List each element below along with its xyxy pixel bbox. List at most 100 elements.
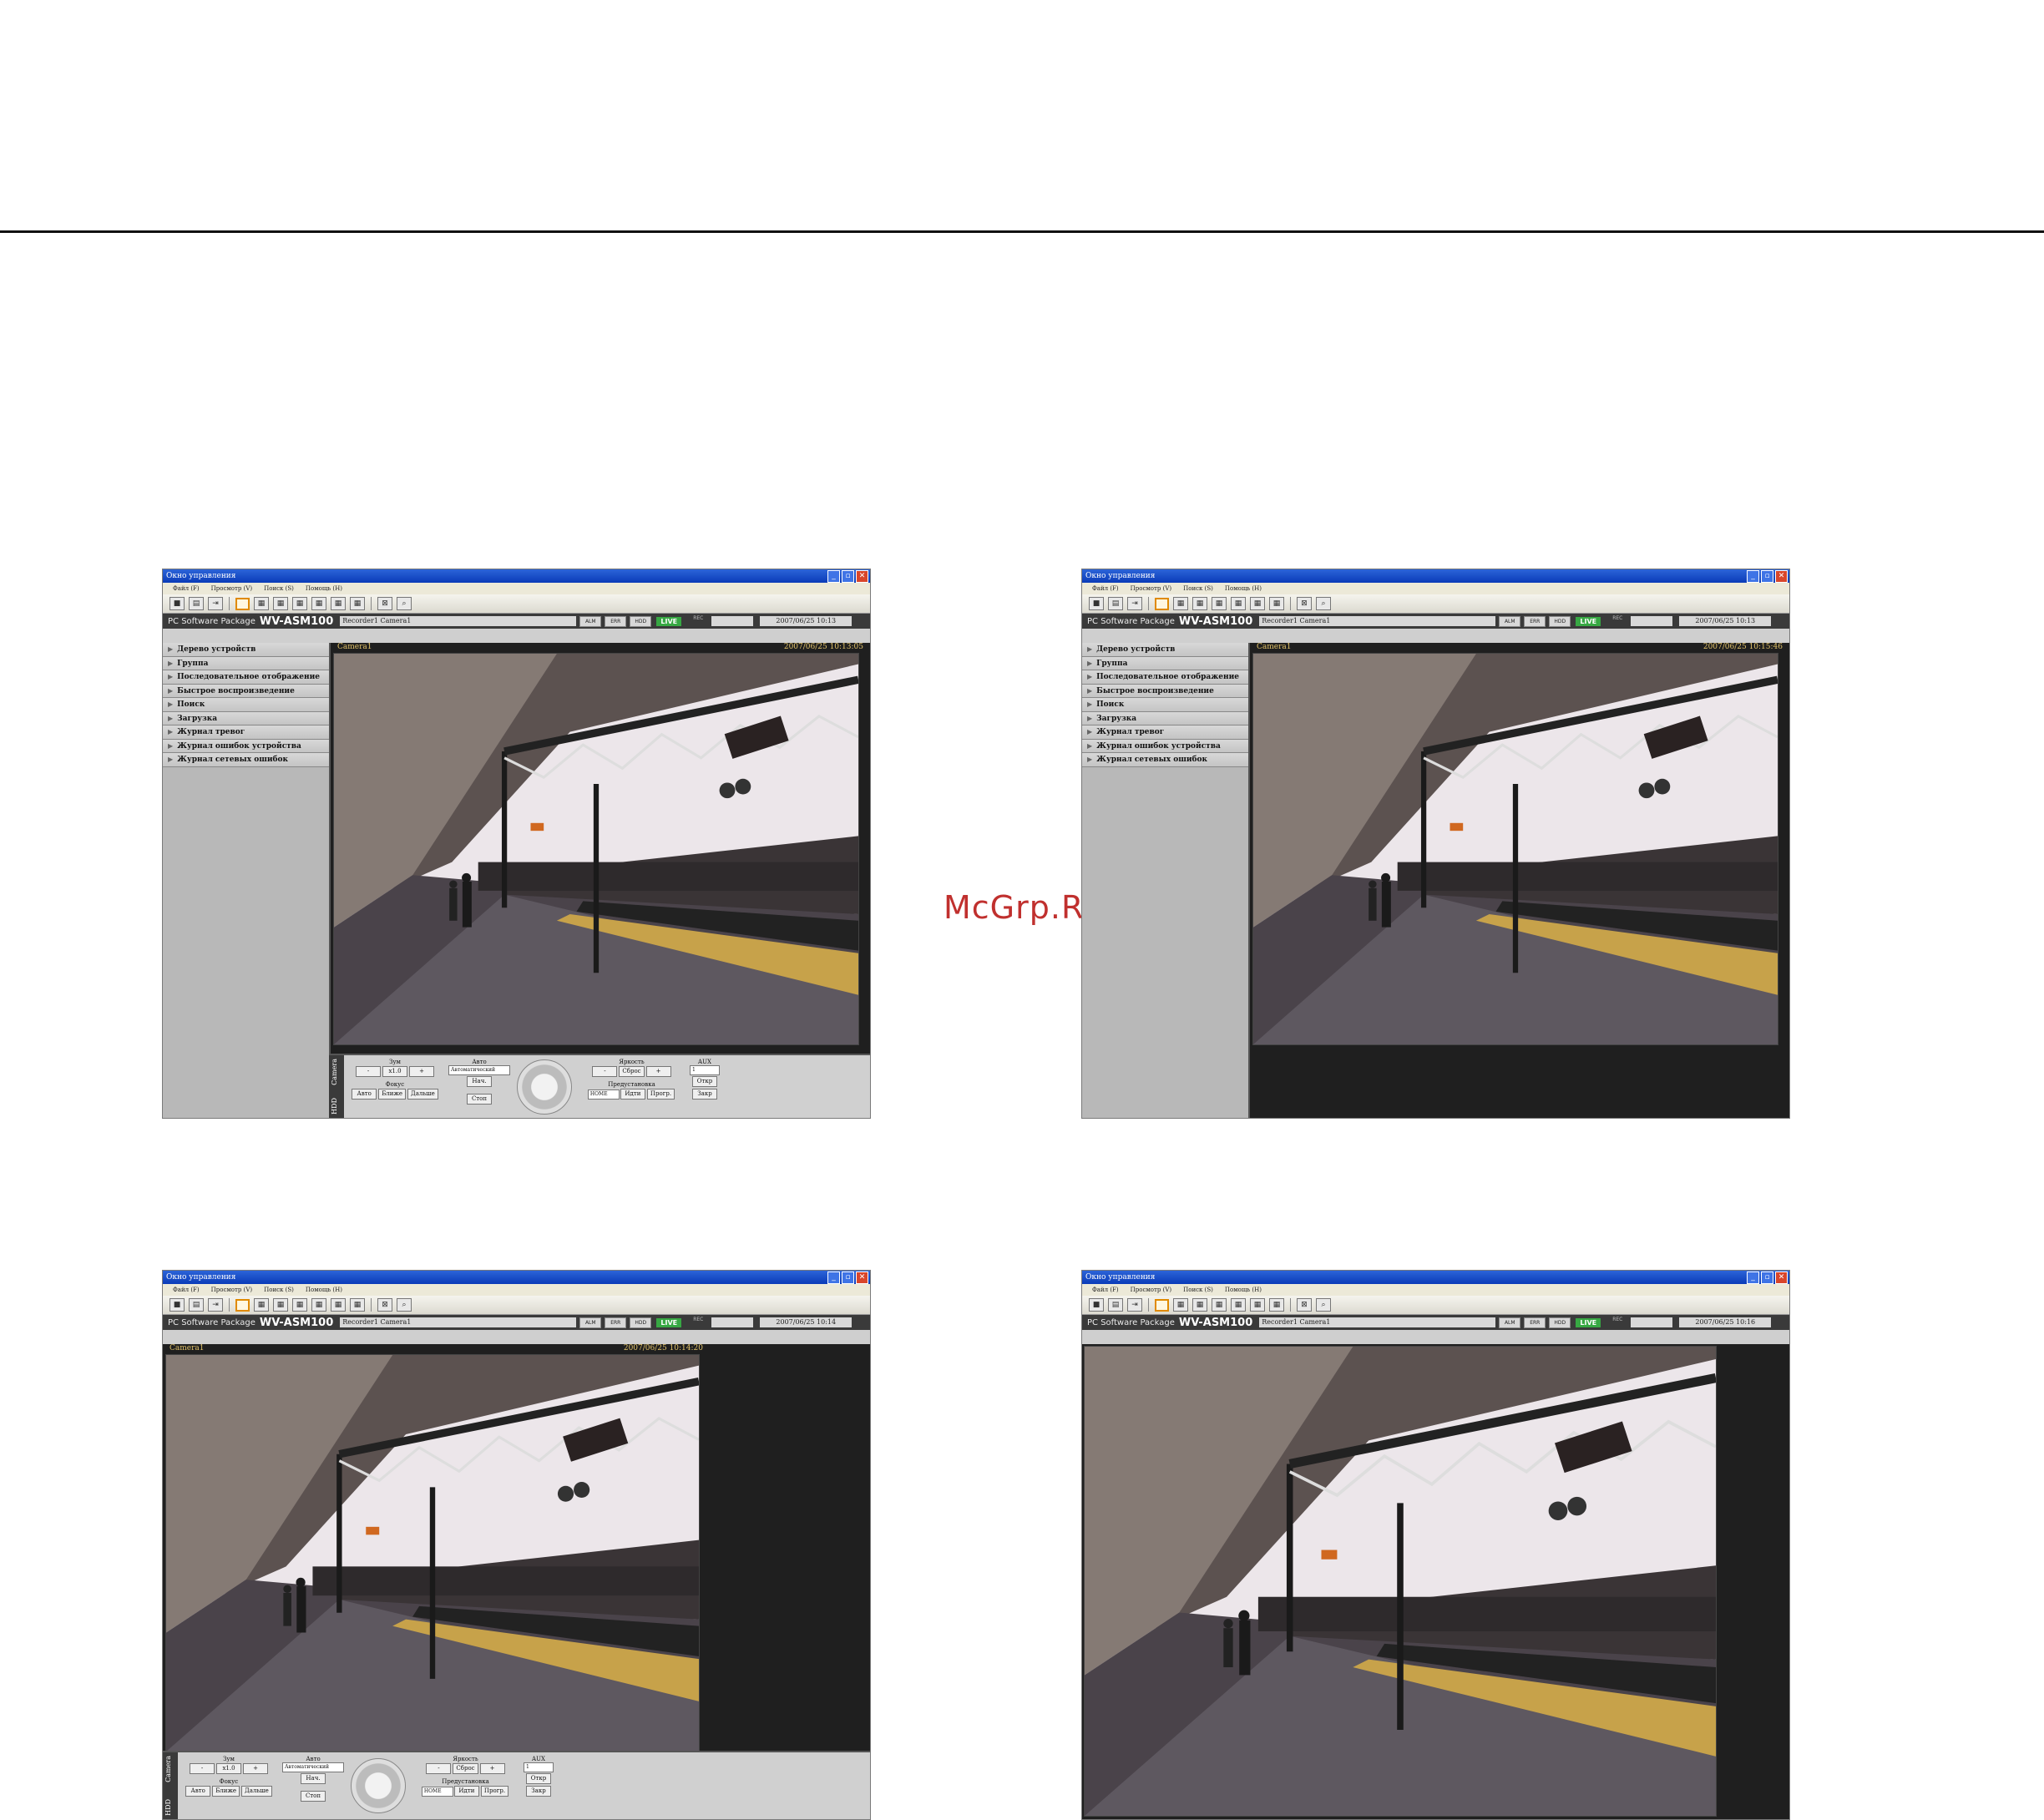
zoom-in-button[interactable]: + bbox=[409, 1066, 434, 1077]
camera-image[interactable] bbox=[1252, 653, 1778, 1045]
maximize-button[interactable]: ▫ bbox=[842, 570, 854, 583]
focus-auto-button[interactable]: Авто bbox=[352, 1089, 377, 1100]
alarm-button[interactable]: ALM bbox=[579, 1317, 602, 1328]
brightness-reset-button[interactable]: Сброс bbox=[619, 1066, 645, 1077]
alarm-button[interactable]: ALM bbox=[1499, 1317, 1521, 1328]
layout-13-icon[interactable]: ▦ bbox=[331, 597, 346, 610]
sidebar-item-quick-playback[interactable]: ▶ Быстрое воспроизведение bbox=[163, 684, 329, 698]
layout-1-icon[interactable] bbox=[1155, 1298, 1169, 1312]
menu-help[interactable]: Помощь (H) bbox=[1225, 583, 1262, 594]
sidebar-item-network-error-log[interactable]: ▶ Журнал сетевых ошибок bbox=[163, 753, 329, 767]
menu-view[interactable]: Просмотр (V) bbox=[1131, 1284, 1171, 1296]
layout-7-icon[interactable]: ▦ bbox=[273, 1298, 288, 1312]
sidebar-item-sequence[interactable]: ▶ Последовательное отображение bbox=[163, 670, 329, 685]
layout-1-icon[interactable] bbox=[235, 1298, 250, 1312]
aux-open-button[interactable]: Откр bbox=[692, 1076, 717, 1087]
exit-icon[interactable]: ⇥ bbox=[208, 1298, 223, 1312]
aux-select[interactable]: 1 bbox=[524, 1762, 554, 1772]
exit-icon[interactable]: ⇥ bbox=[1127, 1298, 1142, 1312]
auto-stop-button[interactable]: Стоп bbox=[301, 1791, 326, 1802]
brightness-plus-button[interactable]: + bbox=[479, 1763, 505, 1774]
sidebar-item-network-error-log[interactable]: ▶ Журнал сетевых ошибок bbox=[1082, 753, 1248, 767]
sidebar-item-device-error-log[interactable]: ▶ Журнал ошибок устройства bbox=[163, 739, 329, 753]
sidebar-item-group[interactable]: ▶ Группа bbox=[1082, 656, 1248, 670]
hdd-button[interactable]: HDD bbox=[630, 1317, 652, 1328]
zoom-out-button[interactable]: - bbox=[356, 1066, 381, 1077]
layout-13-icon[interactable]: ▦ bbox=[1250, 597, 1265, 610]
sidebar-item-group[interactable]: ▶ Группа bbox=[163, 656, 329, 670]
print-icon[interactable]: ▤ bbox=[189, 597, 204, 610]
exit-icon[interactable]: ⇥ bbox=[1127, 597, 1142, 610]
focus-near-button[interactable]: Ближе bbox=[212, 1786, 240, 1797]
brightness-minus-button[interactable]: - bbox=[426, 1763, 452, 1774]
menu-search[interactable]: Поиск (S) bbox=[264, 1284, 294, 1296]
sidebar-item-device-tree[interactable]: ▶ Дерево устройств bbox=[163, 643, 329, 657]
sidebar-item-search[interactable]: ▶ Поиск bbox=[1082, 698, 1248, 712]
preset-select[interactable]: HOME bbox=[421, 1787, 453, 1797]
focus-auto-button[interactable]: Авто bbox=[185, 1786, 211, 1797]
close-button[interactable]: ✕ bbox=[1775, 1271, 1788, 1284]
auto-start-button[interactable]: Нач. bbox=[467, 1076, 492, 1087]
sidebar-item-device-error-log[interactable]: ▶ Журнал ошибок устройства bbox=[1082, 739, 1248, 753]
auto-start-button[interactable]: Нач. bbox=[301, 1773, 326, 1784]
focus-near-button[interactable]: Ближе bbox=[378, 1089, 407, 1100]
menu-help[interactable]: Помощь (H) bbox=[306, 583, 342, 594]
camera-icon[interactable]: ■ bbox=[169, 1298, 185, 1312]
layout-10-icon[interactable]: ▦ bbox=[311, 1298, 326, 1312]
layout-4-icon[interactable]: ▦ bbox=[1173, 597, 1188, 610]
layout-9-icon[interactable]: ▦ bbox=[292, 597, 307, 610]
layout-4-icon[interactable]: ▦ bbox=[254, 597, 269, 610]
menu-file[interactable]: Файл (F) bbox=[173, 583, 200, 594]
focus-far-button[interactable]: Дальше bbox=[407, 1089, 438, 1100]
error-button[interactable]: ERR bbox=[605, 615, 627, 627]
aux-select[interactable]: 1 bbox=[690, 1065, 720, 1075]
hdd-button[interactable]: HDD bbox=[1549, 1317, 1571, 1328]
layout-7-icon[interactable]: ▦ bbox=[1192, 597, 1207, 610]
fullscreen-icon[interactable]: ⊠ bbox=[377, 1298, 392, 1312]
tab-hdd[interactable]: HDD bbox=[164, 1799, 172, 1816]
brightness-plus-button[interactable]: + bbox=[645, 1066, 671, 1077]
maximize-button[interactable]: ▫ bbox=[1761, 570, 1773, 583]
fullscreen-icon[interactable]: ⊠ bbox=[377, 597, 392, 610]
minimize-button[interactable]: _ bbox=[827, 570, 840, 583]
layout-4-icon[interactable]: ▦ bbox=[254, 1298, 269, 1312]
preset-program-button[interactable]: Прогр. bbox=[646, 1089, 675, 1100]
sidebar-item-sequence[interactable]: ▶ Последовательное отображение bbox=[1082, 670, 1248, 685]
print-icon[interactable]: ▤ bbox=[1108, 597, 1123, 610]
layout-10-icon[interactable]: ▦ bbox=[311, 597, 326, 610]
camera-image[interactable] bbox=[333, 653, 859, 1045]
print-icon[interactable]: ▤ bbox=[189, 1298, 204, 1312]
minimize-button[interactable]: _ bbox=[827, 1271, 840, 1284]
tab-camera[interactable]: Camera bbox=[164, 1756, 172, 1782]
sidebar-item-download[interactable]: ▶ Загрузка bbox=[1082, 711, 1248, 725]
preset-go-button[interactable]: Идти bbox=[453, 1786, 479, 1797]
menu-help[interactable]: Помощь (H) bbox=[306, 1284, 342, 1296]
exit-icon[interactable]: ⇥ bbox=[208, 597, 223, 610]
focus-far-button[interactable]: Дальше bbox=[241, 1786, 272, 1797]
fullscreen-icon[interactable]: ⊠ bbox=[1297, 1298, 1312, 1312]
camera-image[interactable] bbox=[165, 1354, 700, 1752]
menu-file[interactable]: Файл (F) bbox=[173, 1284, 200, 1296]
tab-hdd[interactable]: HDD bbox=[331, 1098, 338, 1115]
menu-search[interactable]: Поиск (S) bbox=[1183, 583, 1213, 594]
menu-view[interactable]: Просмотр (V) bbox=[1131, 583, 1171, 594]
alarm-button[interactable]: ALM bbox=[579, 615, 602, 627]
sidebar-item-device-tree[interactable]: ▶ Дерево устройств bbox=[1082, 643, 1248, 657]
preset-go-button[interactable]: Идти bbox=[620, 1089, 645, 1100]
aux-open-button[interactable]: Откр bbox=[526, 1773, 551, 1784]
layout-9-icon[interactable]: ▦ bbox=[1212, 597, 1227, 610]
pan-tilt-pad-icon[interactable] bbox=[351, 1758, 406, 1813]
auto-mode-select[interactable]: Автоматический bbox=[282, 1762, 344, 1772]
layout-1-icon[interactable] bbox=[235, 597, 250, 610]
minimize-button[interactable]: _ bbox=[1747, 1271, 1759, 1284]
sidebar-item-alarm-log[interactable]: ▶ Журнал тревог bbox=[1082, 725, 1248, 740]
auto-mode-select[interactable]: Автоматический bbox=[448, 1065, 510, 1075]
camera-icon[interactable]: ■ bbox=[1089, 1298, 1104, 1312]
camera-image[interactable] bbox=[1084, 1346, 1717, 1817]
close-button[interactable]: ✕ bbox=[1775, 570, 1788, 583]
zoom-icon[interactable]: ⌕ bbox=[397, 597, 412, 610]
layout-16-icon[interactable]: ▦ bbox=[350, 597, 365, 610]
layout-16-icon[interactable]: ▦ bbox=[1269, 597, 1284, 610]
sidebar-item-search[interactable]: ▶ Поиск bbox=[163, 698, 329, 712]
sidebar-item-quick-playback[interactable]: ▶ Быстрое воспроизведение bbox=[1082, 684, 1248, 698]
